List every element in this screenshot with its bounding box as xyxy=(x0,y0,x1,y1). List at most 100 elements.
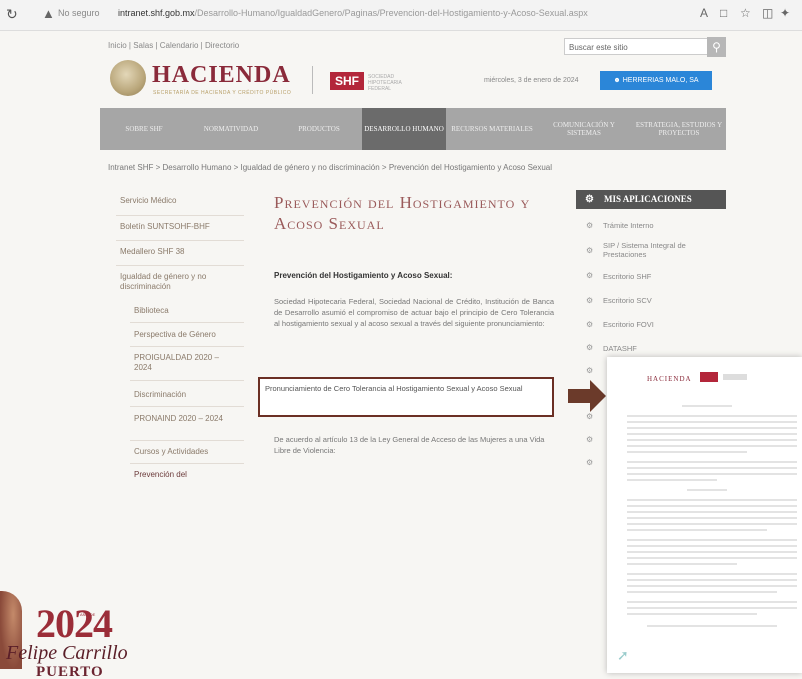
doc-text-line xyxy=(627,529,767,531)
left-menu-subitem[interactable]: PROIGUALDAD 2020 – 2024 xyxy=(134,353,230,373)
mexico-seal-icon xyxy=(110,60,146,96)
left-menu-item[interactable]: Igualdad de género y no discriminación xyxy=(120,272,240,292)
nav-item-desarrollo-humano[interactable]: DESARROLLO HUMANO xyxy=(362,108,446,150)
favorite-icon[interactable]: ☆ xyxy=(740,6,751,20)
doc-hacienda-logo: HACIENDA xyxy=(647,375,692,383)
pronunciamiento-link[interactable]: Pronunciamiento de Cero Tolerancia al Ho… xyxy=(265,383,549,394)
shf-logo-text: SOCIEDAD HIPOTECARIA FEDERAL xyxy=(368,74,402,92)
doc-text-line xyxy=(627,421,797,423)
user-button[interactable]: ☻ HERRERIAS MALO, SA xyxy=(600,71,712,90)
menu-divider xyxy=(130,463,244,464)
read-aloud-icon[interactable]: A xyxy=(700,6,708,20)
doc-text-line xyxy=(627,573,797,575)
doc-text-line xyxy=(627,613,757,615)
menu-divider xyxy=(130,380,244,381)
doc-text-line xyxy=(627,607,797,609)
apps-title: MIS APLICACIONES xyxy=(604,194,692,204)
apps-header: ⚙ MIS APLICACIONES xyxy=(576,190,726,209)
current-date: miércoles, 3 de enero de 2024 xyxy=(484,77,579,84)
content-footer-text: De acuerdo al artículo 13 de la Ley Gene… xyxy=(274,435,545,455)
doc-text-line xyxy=(627,499,797,501)
app-link[interactable]: SIP / Sistema Integral de Prestaciones xyxy=(603,241,723,259)
ano-de-label: AÑO DE xyxy=(80,612,96,617)
nav-item-recursos-materiales[interactable]: RECURSOS MATERIALES xyxy=(448,108,536,150)
app-bullet-icon: ⚙ xyxy=(586,412,594,421)
menu-divider xyxy=(116,265,244,266)
nav-item-estrategia[interactable]: ESTRATEGIA, ESTUDIOS Y PROYECTOS xyxy=(634,108,724,150)
page-title: Prevención del Hostigamiento y Acoso Sex… xyxy=(274,193,531,233)
search-icon[interactable]: ⚲ xyxy=(707,37,726,57)
url-host: intranet.shf.gob.mx xyxy=(118,8,195,18)
doc-text-line xyxy=(627,591,777,593)
nav-item-normatividad[interactable]: NORMATIVIDAD xyxy=(188,108,274,150)
doc-shf-logo xyxy=(700,372,718,382)
doc-text-line xyxy=(627,579,797,581)
doc-text-line xyxy=(627,551,797,553)
app-bullet-icon: ⚙ xyxy=(586,458,594,467)
app-link[interactable]: Trámite Interno xyxy=(603,221,654,230)
felipe-carrillo-text: Felipe Carrillo xyxy=(6,642,128,664)
app-bullet-icon: ⚙ xyxy=(586,435,594,444)
doc-text-line xyxy=(627,479,717,481)
doc-title-line xyxy=(682,405,732,407)
top-links[interactable]: Inicio | Salas | Calendario | Directorio xyxy=(108,41,239,50)
left-menu-subitem[interactable]: Biblioteca xyxy=(134,306,169,316)
menu-divider xyxy=(130,440,244,441)
left-menu-subitem[interactable]: PRONAIND 2020 – 2024 xyxy=(134,414,224,424)
left-menu-subitem-active[interactable]: Prevención del xyxy=(134,470,187,480)
doc-text-line xyxy=(627,461,797,463)
nav-item-comunicacion-sistemas[interactable]: COMUNICACIÓN Y SISTEMAS xyxy=(538,108,630,150)
app-bullet-icon: ⚙ xyxy=(586,343,594,352)
collections-icon[interactable]: ✦ xyxy=(780,6,790,20)
address-bar[interactable]: intranet.shf.gob.mx/Desarrollo-Humano/Ig… xyxy=(118,8,588,18)
doc-text-line xyxy=(627,585,797,587)
app-link[interactable]: Escritorio SCV xyxy=(603,296,652,305)
doc-corner-mark-icon: ➚ xyxy=(617,647,629,663)
doc-text-line xyxy=(627,557,797,559)
doc-text-line xyxy=(627,505,797,507)
doc-text-line xyxy=(627,545,797,547)
app-bullet-icon: ⚙ xyxy=(586,271,594,280)
year-2024-logo: 2024 xyxy=(36,601,113,646)
left-menu-subitem[interactable]: Cursos y Actividades xyxy=(134,447,208,457)
not-secure-label: No seguro xyxy=(58,8,100,18)
nav-item-sobre-shf[interactable]: SOBRE SHF xyxy=(102,108,186,150)
tab-icon[interactable]: □ xyxy=(720,6,727,20)
doc-text-line xyxy=(647,625,777,627)
doc-text-line xyxy=(627,445,797,447)
browser-toolbar: ↻ ▲ No seguro intranet.shf.gob.mx/Desarr… xyxy=(0,0,802,31)
app-link[interactable]: Escritorio FOVI xyxy=(603,320,654,329)
left-menu-subitem[interactable]: Perspectiva de Género xyxy=(134,330,216,340)
gear-icon: ⚙ xyxy=(585,194,594,205)
left-menu-subitem[interactable]: Discriminación xyxy=(134,390,186,400)
header-divider xyxy=(312,66,313,94)
app-link[interactable]: DATASHF xyxy=(603,344,637,353)
doc-text-line xyxy=(627,563,737,565)
menu-divider xyxy=(116,215,244,216)
shf-logo[interactable]: SHF xyxy=(330,72,364,90)
doc-text-line xyxy=(627,439,797,441)
warning-icon: ▲ xyxy=(42,6,55,21)
app-bullet-icon: ⚙ xyxy=(586,246,594,255)
doc-text-line xyxy=(627,539,797,541)
document-preview: HACIENDA ➚ xyxy=(607,357,802,673)
app-link[interactable]: Escritorio SHF xyxy=(603,272,651,281)
left-menu-item[interactable]: Medallero SHF 38 xyxy=(120,247,184,257)
user-name: HERRERIAS MALO, SA xyxy=(622,77,699,84)
doc-text-line xyxy=(627,523,797,525)
app-bullet-icon: ⚙ xyxy=(586,366,594,375)
left-menu-item[interactable]: Boletín SUNTSOHF-BHF xyxy=(120,222,210,232)
doc-text-line xyxy=(627,427,797,429)
doc-text-line xyxy=(627,433,797,435)
split-icon[interactable]: ◫ xyxy=(762,6,773,20)
menu-divider xyxy=(130,322,244,323)
menu-divider xyxy=(130,346,244,347)
nav-item-productos[interactable]: PRODUCTOS xyxy=(276,108,362,150)
search-input[interactable]: Buscar este sitio xyxy=(564,38,708,55)
reload-icon[interactable]: ↻ xyxy=(6,6,18,23)
hacienda-logo[interactable]: HACIENDA xyxy=(152,62,291,89)
left-menu-item[interactable]: Servicio Médico xyxy=(120,196,176,206)
pronunciamiento-box[interactable]: Pronunciamiento de Cero Tolerancia al Ho… xyxy=(258,377,554,417)
arrow-annotation-head xyxy=(590,380,606,412)
breadcrumb[interactable]: Intranet SHF > Desarrollo Humano > Igual… xyxy=(108,163,552,172)
